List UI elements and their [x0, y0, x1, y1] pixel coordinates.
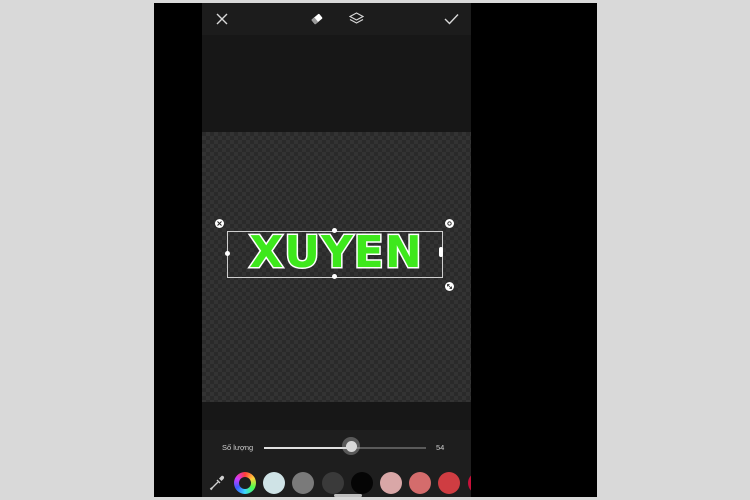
slider-thumb[interactable]: [342, 437, 361, 455]
swatch-gray[interactable]: [292, 472, 315, 494]
swatch-red[interactable]: [438, 472, 461, 494]
canvas-bottom-margin: [202, 402, 471, 430]
eraser-icon[interactable]: [306, 8, 328, 30]
canvas-top-margin: [202, 35, 471, 132]
left-edge-handle[interactable]: [225, 251, 230, 256]
swatch-salmon[interactable]: [409, 472, 432, 494]
resize-handle-icon[interactable]: [445, 282, 454, 291]
slider-label: Số lượng: [222, 443, 254, 452]
swatch-black[interactable]: [350, 472, 373, 494]
bottom-control-panel: Số lượng 54: [202, 430, 471, 497]
top-edge-handle[interactable]: [332, 228, 337, 233]
swatch-dark-gray[interactable]: [321, 472, 344, 494]
bottom-edge-handle[interactable]: [332, 274, 337, 279]
color-wheel-center: [239, 477, 251, 489]
swatch-color-wheel[interactable]: [234, 472, 256, 494]
layers-icon[interactable]: [345, 8, 367, 30]
transparent-canvas[interactable]: XUYEN: [202, 132, 471, 402]
close-icon[interactable]: [211, 8, 233, 30]
top-toolbar: [202, 3, 471, 35]
editor-screen: XUYEN Số lượng 54: [202, 3, 471, 497]
home-indicator: [334, 494, 362, 497]
swatch-crimson[interactable]: [467, 472, 471, 494]
color-palette: [202, 470, 471, 496]
check-icon[interactable]: [440, 8, 462, 30]
slider-value: 54: [436, 443, 445, 452]
swatch-pale-pink[interactable]: [380, 472, 402, 494]
flip-handle-icon[interactable]: [445, 219, 454, 228]
swatch-light-cyan[interactable]: [263, 472, 286, 494]
amount-slider[interactable]: [264, 437, 426, 455]
right-edge-handle[interactable]: [439, 247, 443, 257]
eyedropper-icon[interactable]: [208, 474, 226, 492]
slider-fill: [264, 447, 352, 449]
delete-handle-icon[interactable]: [215, 219, 224, 228]
